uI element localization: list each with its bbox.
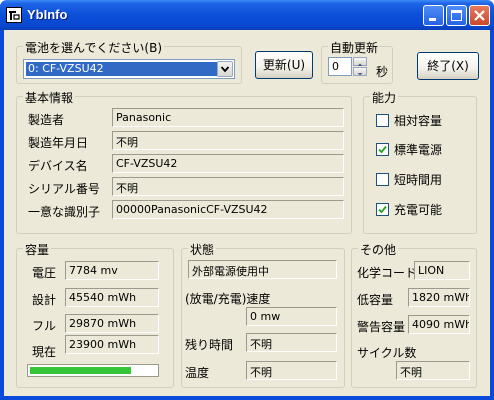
standard-power-checkbox[interactable]: [376, 143, 389, 156]
low-capacity-value: 1820 mWh: [408, 288, 470, 307]
rate-value: 0 mw: [246, 307, 337, 326]
power-state-value: 外部電源使用中: [188, 260, 337, 279]
serial-number-value: 不明: [112, 177, 344, 196]
voltage-label: 電圧: [32, 266, 57, 280]
auto-refresh-unit: 秒: [376, 65, 389, 79]
caret-down-icon: [357, 73, 363, 76]
current-capacity-label: 現在: [32, 345, 57, 359]
device-name-value: CF-VZSU42: [112, 154, 344, 173]
refresh-button[interactable]: 更新(U): [255, 51, 313, 79]
exit-button[interactable]: 終了(X): [417, 52, 479, 80]
chevron-down-icon: [220, 66, 230, 73]
current-capacity-value: 23900 mWh: [65, 335, 159, 354]
rate-label: (放電/充電)速度: [185, 292, 271, 306]
title-bar[interactable]: YbInfo: [0, 0, 494, 30]
short-term-checkbox[interactable]: [376, 173, 389, 186]
capability-title: 能力: [370, 89, 399, 106]
app-window: YbInfo 電池を選んでください(B) 0: CF-VZSU42 更新(U) …: [0, 0, 494, 400]
capacity-progress-bar: [27, 364, 159, 377]
battery-select-label: 電池を選んでください(B): [23, 39, 164, 56]
full-capacity-value: 29870 mWh: [65, 314, 159, 333]
voltage-value: 7784 mv: [65, 261, 159, 280]
battery-dropdown-value: 0: CF-VZSU42: [26, 62, 217, 76]
unique-id-label: 一意な識別子: [28, 205, 101, 219]
close-icon: [474, 10, 485, 21]
unique-id-value: 00000PanasonicCF-VZSU42: [112, 200, 344, 219]
client-area: 電池を選んでください(B) 0: CF-VZSU42 更新(U) 自動更新 0 …: [4, 30, 490, 396]
manufacturer-value: Panasonic: [112, 108, 344, 127]
device-name-label: デバイス名: [28, 159, 88, 173]
rechargeable-label: 充電可能: [394, 203, 443, 217]
dropdown-arrow-button[interactable]: [217, 61, 233, 77]
standard-power-label: 標準電源: [394, 143, 443, 157]
short-term-label: 短時間用: [394, 173, 443, 187]
other-title: その他: [358, 241, 399, 258]
chemistry-label: 化学コード: [357, 266, 418, 280]
maximize-button[interactable]: [446, 5, 467, 26]
window-title: YbInfo: [27, 7, 68, 22]
cycle-count-label: サイクル数: [357, 346, 417, 360]
design-capacity-value: 45540 mWh: [65, 288, 159, 307]
relative-capacity-label: 相対容量: [394, 114, 443, 128]
checkmark-icon: [378, 145, 387, 154]
cycle-count-value: 不明: [396, 361, 470, 380]
capacity-progress-fill: [30, 367, 131, 374]
auto-refresh-stepper[interactable]: [353, 57, 367, 76]
low-capacity-label: 低容量: [357, 293, 394, 307]
serial-number-label: シリアル番号: [28, 182, 100, 196]
warning-capacity-label: 警告容量: [357, 320, 406, 334]
caret-up-icon: [357, 63, 363, 66]
app-icon: [6, 7, 22, 23]
full-capacity-label: フル: [32, 319, 57, 333]
temperature-label: 温度: [185, 366, 210, 380]
relative-capacity-checkbox[interactable]: [376, 114, 389, 127]
status-title: 状態: [188, 241, 217, 258]
spin-down-button[interactable]: [353, 67, 367, 76]
close-window-button[interactable]: [469, 5, 490, 26]
battery-dropdown[interactable]: 0: CF-VZSU42: [23, 59, 235, 79]
manufacture-date-value: 不明: [112, 131, 344, 150]
basic-info-title: 基本情報: [23, 89, 76, 106]
auto-refresh-label: 自動更新: [328, 39, 381, 56]
design-capacity-label: 設計: [32, 293, 57, 307]
minimize-button[interactable]: [423, 5, 444, 26]
remaining-time-value: 不明: [246, 333, 337, 352]
remaining-time-label: 残り時間: [185, 338, 234, 352]
capacity-title: 容量: [23, 241, 52, 258]
temperature-value: 不明: [246, 361, 337, 380]
warning-capacity-value: 4090 mWh: [408, 315, 470, 334]
minimize-icon: [429, 18, 436, 21]
manufacturer-label: 製造者: [28, 113, 65, 127]
chemistry-value: LION: [414, 261, 470, 280]
auto-refresh-input[interactable]: 0: [328, 57, 352, 76]
maximize-icon: [451, 10, 462, 21]
spin-up-button[interactable]: [353, 57, 367, 66]
manufacture-date-label: 製造年月日: [28, 136, 89, 150]
checkmark-icon: [378, 205, 387, 214]
rechargeable-checkbox[interactable]: [376, 203, 389, 216]
